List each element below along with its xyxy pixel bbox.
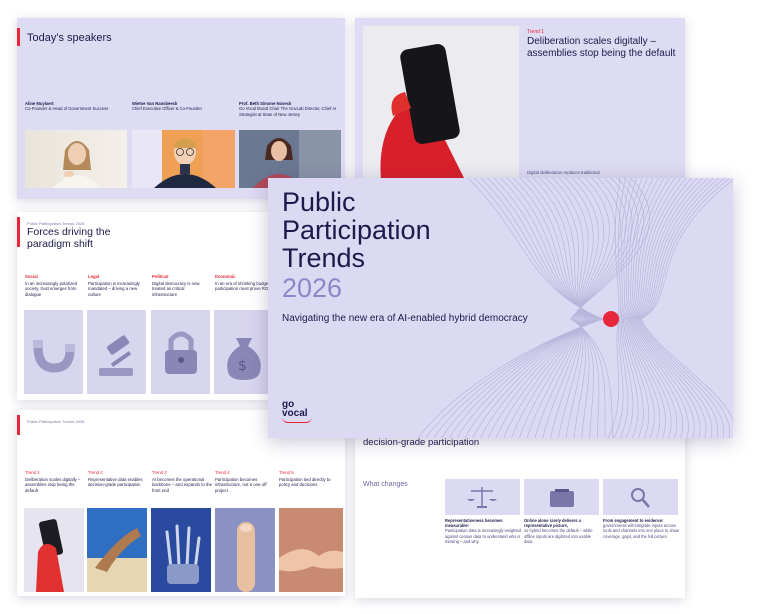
trend1-slide: Trend 1 Deliberation scales digitally – … — [355, 18, 685, 199]
trend-label: Trend 5 — [279, 470, 294, 475]
phone-hand-image — [363, 26, 519, 196]
trend-text: Participation tied directly to policy an… — [279, 476, 331, 488]
trend-text: Representative data enables decision-gra… — [88, 476, 143, 488]
trend-label: Trend 4 — [215, 470, 230, 475]
trend-title: Deliberation scales digitally – assembli… — [527, 36, 676, 59]
lock-icon — [151, 310, 210, 394]
slide-title: Today's speakers — [27, 32, 112, 44]
speaker-role: Chief Executive Officer & Co-Founder — [132, 106, 202, 112]
slide-kicker: Public Participation Trends 2026 — [27, 419, 85, 424]
force-text: In an increasingly polarized society, tr… — [25, 280, 78, 297]
go-vocal-logo: go vocal — [282, 400, 312, 423]
hero-title: Public Participation Trends — [282, 188, 431, 272]
change-bold: Representativeness becomes measurable: — [445, 518, 503, 529]
speaker-role: Go Vocal Board Chair The GovLab Director… — [239, 106, 337, 117]
speaker-photo-1 — [25, 130, 127, 188]
magnet-icon — [24, 310, 83, 394]
force-text: Digital democracy is now treated as crit… — [152, 280, 200, 297]
change-body: governments will integrate inputs across… — [603, 523, 680, 539]
force-label: Economic — [215, 274, 236, 279]
hero-title-line: Public — [282, 187, 356, 217]
trend-subtext: Digital deliberation replaces traditiona… — [527, 170, 600, 175]
trend-image-arm — [87, 508, 147, 592]
hero-subtitle: Navigating the new era of AI-enabled hyb… — [282, 313, 528, 324]
speaker-photo-2 — [132, 130, 235, 188]
trend-label: Trend 1 — [25, 470, 40, 475]
trend-4: Trend 4 Participation becomes infrastruct… — [215, 470, 275, 493]
trend-3: Trend 3 AI becomes the operational backbo… — [152, 470, 212, 493]
hero-title-line: Trends — [282, 243, 366, 273]
force-legal: Legal Participation is increasingly mand… — [88, 274, 146, 297]
speaker-2: Wietse Van Ransbeeck Chief Executive Off… — [132, 101, 232, 112]
speakers-slide: Today's speakers Aline Muylaert Co-Found… — [17, 18, 345, 199]
force-label: Legal — [88, 274, 100, 279]
hero-slide: Public Participation Trends 2026 Navigat… — [268, 178, 733, 438]
trend-text: AI becomes the operational backbone – an… — [152, 476, 212, 493]
what-changes-slide: decision-grade participation What change… — [355, 412, 685, 598]
accent-bar — [17, 415, 20, 435]
change-text-1: Representativeness becomes measurable: Pa… — [445, 518, 521, 544]
money-bag-icon: $ — [214, 310, 273, 394]
trend-text: Deliberation scales digitally – assembli… — [25, 476, 81, 493]
change-body: Participation data is increasingly weigh… — [445, 528, 522, 544]
change-text-2: Online alone rarely delivers a represent… — [524, 518, 600, 544]
ballot-box-icon — [524, 479, 599, 515]
what-changes-label: What changes — [363, 481, 408, 488]
trend-image-finger — [215, 508, 275, 592]
magnifier-icon — [603, 479, 678, 515]
red-dot-icon — [603, 311, 619, 327]
trend-label: Trend 2 — [88, 470, 103, 475]
trend-label: Trend 3 — [152, 470, 167, 475]
trend-image-handshake — [279, 508, 343, 592]
change-bold: Online alone rarely delivers a represent… — [524, 518, 581, 529]
speaker-3: Prof. Beth Simone Noveck Go Vocal Board … — [239, 101, 343, 117]
trend-label: Trend 1 — [527, 29, 545, 35]
force-label: Social — [25, 274, 38, 279]
hero-title-line: Participation — [282, 215, 431, 245]
logo-text: vocal — [282, 408, 308, 419]
speaker-role: Co-Founder & Head of Government Success — [25, 106, 109, 112]
trend-image-robot-hand — [151, 508, 211, 592]
force-label: Political — [152, 274, 169, 279]
change-body: so hybrid becomes the default – while of… — [524, 528, 593, 544]
force-text: In an era of shrinking budgets, particip… — [215, 280, 273, 292]
change-text-3: From engagement to evidence: governments … — [603, 518, 679, 539]
trend-1: Trend 1 Deliberation scales digitally – a… — [25, 470, 85, 493]
hero-year: 2026 — [282, 273, 343, 303]
trend-image-phone — [24, 508, 84, 592]
accent-bar — [17, 28, 20, 46]
trend-2: Trend 2 Representative data enables decis… — [88, 470, 148, 488]
slide-header: decision-grade participation — [363, 437, 480, 448]
svg-text:$: $ — [238, 358, 247, 374]
gavel-icon — [87, 310, 146, 394]
accent-bar — [17, 217, 20, 247]
force-political: Political Digital democracy is now treat… — [152, 274, 210, 297]
force-economic: Economic In an era of shrinking budgets,… — [215, 274, 273, 292]
trend-5: Trend 5 Participation tied directly to po… — [279, 470, 339, 488]
trend-text: Participation becomes infrastructure, no… — [215, 476, 267, 493]
speaker-1: Aline Muylaert Co-Founder & Head of Gove… — [25, 101, 125, 112]
force-text: Participation is increasingly mandated –… — [88, 280, 140, 297]
scales-icon — [445, 479, 520, 515]
force-social: Social In an increasingly polarized soci… — [25, 274, 83, 297]
slide-title: Forces driving the paradigm shift — [27, 226, 111, 250]
